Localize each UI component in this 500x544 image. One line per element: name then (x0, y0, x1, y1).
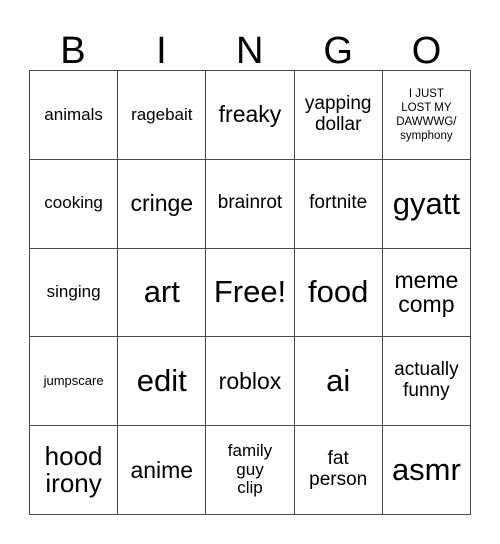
bingo-grid: animals ragebait freaky yapping dollar I JUS… (29, 70, 471, 515)
bingo-cell-label: ai (326, 363, 351, 399)
bingo-header: B I N G O (29, 16, 471, 70)
bingo-cell-r4c1[interactable]: jumpscare (30, 337, 119, 427)
bingo-cell-r3c4[interactable]: food (294, 248, 383, 338)
bingo-cell-label: fortnite (309, 192, 368, 214)
bingo-cell-r2c3[interactable]: brainrot (206, 159, 295, 249)
bingo-cell-label: family guy clip (227, 441, 273, 498)
bingo-header-letter-g: G (323, 30, 354, 72)
bingo-header-letter-b: B (60, 30, 87, 72)
bingo-cell-label: fat person (309, 448, 368, 491)
bingo-cell-r2c5[interactable]: gyatt (382, 159, 471, 249)
bingo-cell-label: freaky (218, 101, 282, 128)
bingo-cell-r2c1[interactable]: cooking (30, 159, 119, 249)
bingo-cell-r4c5[interactable]: actually funny (382, 337, 471, 427)
bingo-cell-label: actually funny (394, 359, 459, 402)
bingo-cell-label: food (308, 274, 369, 310)
bingo-cell-label: brainrot (217, 192, 283, 214)
bingo-cell-label: singing (46, 282, 101, 302)
bingo-cell-label: I JUST LOST MY DAWWWG/ symphony (396, 87, 457, 142)
bingo-cell-label: cringe (130, 190, 194, 217)
bingo-cell-r5c2[interactable]: anime (118, 426, 207, 515)
bingo-cell-label: meme comp (394, 266, 459, 318)
bingo-cell-label: roblox (218, 367, 282, 394)
bingo-cell-r5c5[interactable]: asmr (382, 426, 471, 515)
bingo-card: B I N G O animals ragebait freaky yapping d… (0, 0, 500, 544)
bingo-cell-r1c4[interactable]: yapping dollar (294, 71, 383, 160)
bingo-cell-r4c2[interactable]: edit (118, 337, 207, 427)
bingo-cell-r1c2[interactable]: ragebait (118, 71, 207, 160)
bingo-header-letter-i: I (156, 30, 168, 72)
bingo-cell-r1c5[interactable]: I JUST LOST MY DAWWWG/ symphony (382, 71, 471, 160)
bingo-cell-r3c2[interactable]: art (118, 248, 207, 338)
bingo-cell-r4c3[interactable]: roblox (206, 337, 295, 427)
bingo-header-letter-o: O (411, 30, 442, 72)
bingo-cell-r3c5[interactable]: meme comp (382, 248, 471, 338)
bingo-cell-r1c1[interactable]: animals (30, 71, 119, 160)
bingo-cell-r4c4[interactable]: ai (294, 337, 383, 427)
bingo-cell-label: asmr (391, 451, 461, 487)
bingo-cell-r2c2[interactable]: cringe (118, 159, 207, 249)
bingo-cell-label: jumpscare (43, 373, 104, 389)
bingo-cell-label: edit (136, 363, 187, 399)
bingo-cell-r3c1[interactable]: singing (30, 248, 119, 338)
bingo-cell-label: art (143, 274, 180, 310)
bingo-cell-label: animals (44, 104, 103, 124)
bingo-cell-label: Free! (213, 274, 287, 310)
bingo-cell-label: yapping dollar (304, 93, 372, 135)
bingo-cell-r1c3[interactable]: freaky (206, 71, 295, 160)
bingo-cell-r5c3[interactable]: family guy clip (206, 426, 295, 515)
bingo-cell-r3c3[interactable]: Free! (206, 248, 295, 338)
bingo-cell-r2c4[interactable]: fortnite (294, 159, 383, 249)
bingo-header-letter-n: N (236, 30, 264, 72)
bingo-cell-r5c1[interactable]: hood irony (30, 426, 119, 515)
bingo-cell-label: ragebait (131, 104, 193, 124)
bingo-cell-r5c4[interactable]: fat person (294, 426, 383, 515)
bingo-cell-label: anime (130, 456, 194, 483)
bingo-cell-label: cooking (44, 193, 103, 213)
bingo-cell-label: hood irony (44, 440, 103, 499)
bingo-cell-label: gyatt (392, 185, 460, 221)
